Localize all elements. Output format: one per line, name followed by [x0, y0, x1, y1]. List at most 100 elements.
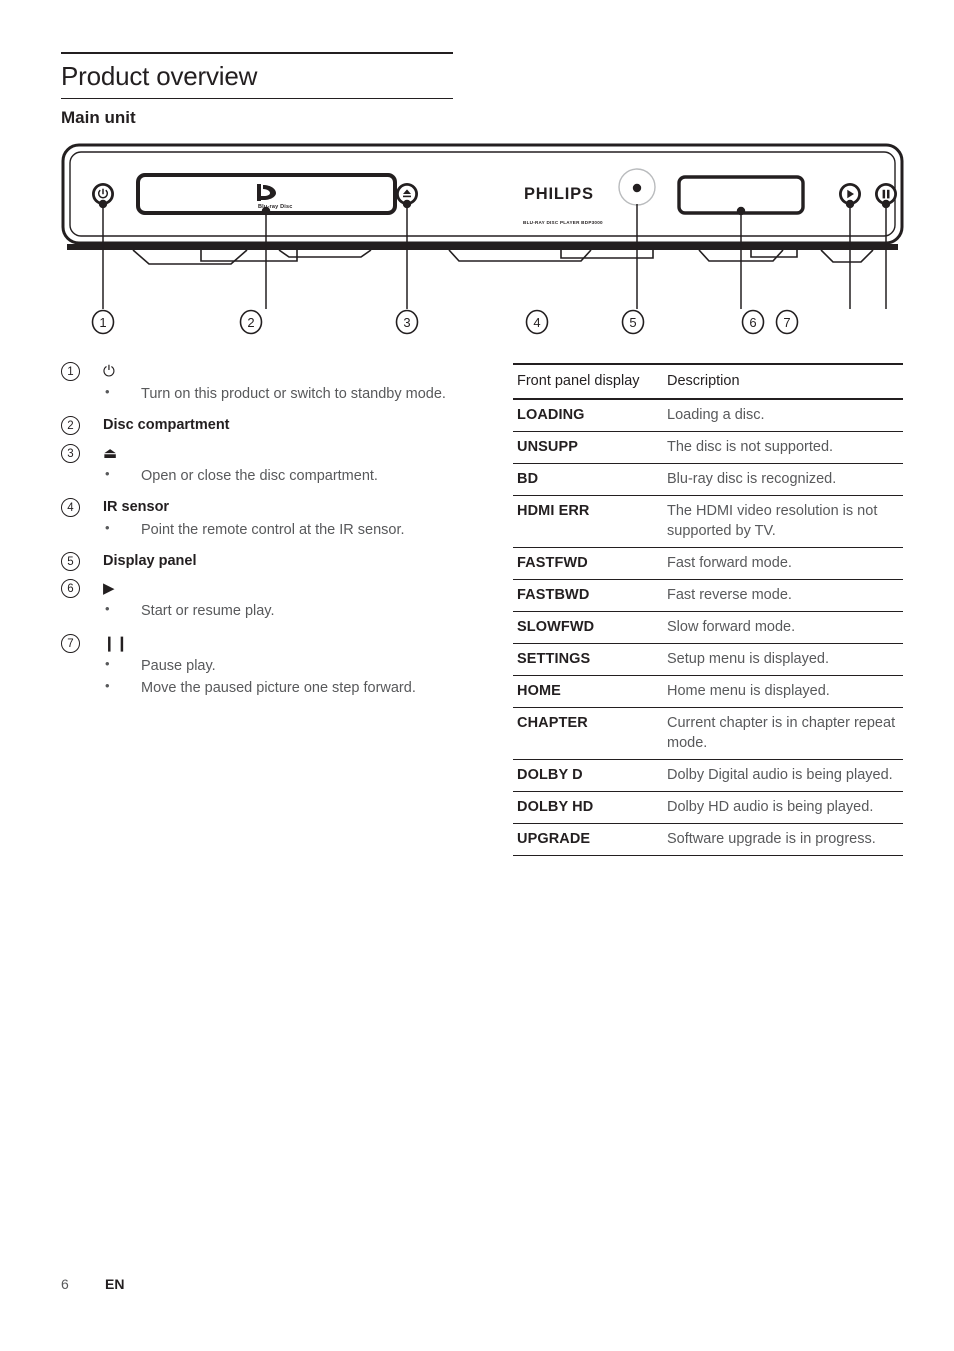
heading-rule-top — [61, 52, 453, 54]
cell-code: FASTFWD — [513, 547, 663, 581]
cell-description: The HDMI video resolution is not support… — [663, 495, 903, 549]
eject-symbol-icon: ⏏ — [103, 444, 118, 462]
product-illustration: Blu-ray Disc PHILIPS BLU-RAY DISC PLAYER… — [61, 143, 904, 348]
table-header: Front panel display Description — [513, 362, 903, 401]
cell-description: Blu-ray disc is recognized. — [663, 463, 903, 497]
svg-text:4: 4 — [533, 315, 540, 330]
table-row: SLOWFWD Slow forward mode. — [513, 611, 903, 645]
philips-wordmark: PHILIPS — [524, 185, 594, 203]
figure-callout-7: 7 — [775, 309, 799, 335]
model-label: BLU-RAY DISC PLAYER BDP3000 — [523, 220, 603, 225]
figure-callout-6: 6 — [741, 309, 765, 335]
callout-number-7: 7 — [61, 633, 80, 653]
table-row: UNSUPP The disc is not supported. — [513, 431, 903, 465]
cell-description: Fast forward mode. — [663, 547, 903, 581]
callout-bullets-1: Turn on this product or switch to standb… — [61, 383, 481, 405]
table-header-row: Front panel display Description — [513, 362, 903, 401]
table-row: LOADING Loading a disc. — [513, 399, 903, 433]
table-row: BD Blu-ray disc is recognized. — [513, 463, 903, 497]
section-subtitle: Main unit — [61, 107, 136, 127]
callout-label-ir-sensor: IR sensor — [103, 499, 170, 516]
callout-number-3: 3 — [61, 443, 80, 463]
svg-text:5: 5 — [629, 315, 636, 330]
cell-code: HOME — [513, 675, 663, 709]
page-heading: Product overview Main unit — [61, 52, 453, 128]
callout-bullets-6: Start or resume play. — [61, 600, 481, 622]
column-header-front-panel-display: Front panel display — [513, 362, 663, 401]
svg-text:7: 7 — [783, 315, 790, 330]
language-code: EN — [105, 1276, 125, 1292]
callout-entry-1: 1 ⏻ Turn on this product or switch to st… — [61, 362, 481, 405]
callout-entry-2: 2 Disc compartment — [61, 416, 481, 436]
callout-description-list: 1 ⏻ Turn on this product or switch to st… — [61, 362, 481, 700]
callout-label-disc-compartment: Disc compartment — [103, 417, 230, 434]
blu-ray-disc-logo: Blu-ray Disc — [257, 184, 292, 210]
callout-bullet: Open or close the disc compartment. — [103, 465, 481, 487]
cell-description: The disc is not supported. — [663, 431, 903, 465]
cell-description: Home menu is displayed. — [663, 675, 903, 709]
page-number: 6 — [61, 1276, 69, 1292]
callout-entry-6: 6 ▶ Start or resume play. — [61, 579, 481, 622]
cell-code: SETTINGS — [513, 643, 663, 677]
callout-number-6: 6 — [61, 579, 80, 599]
play-symbol-icon: ▶ — [103, 580, 115, 598]
player-base-shadow — [67, 244, 898, 250]
cell-description: Dolby HD audio is being played. — [663, 791, 903, 825]
callout-number-1: 1 — [61, 362, 80, 381]
svg-text:1: 1 — [99, 315, 106, 330]
cell-code: UNSUPP — [513, 431, 663, 465]
figure-callout-numbers: 1 2 3 4 5 6 7 — [91, 309, 799, 335]
callout-bullets-3: Open or close the disc compartment. — [61, 465, 481, 487]
callout-entry-4: 4 IR sensor Point the remote control at … — [61, 498, 481, 541]
callout-entry-7: 7 ❙❙ Pause play. Move the paused picture… — [61, 633, 481, 699]
figure-callout-4: 4 — [525, 309, 549, 335]
callout-label-display-panel: Display panel — [103, 552, 197, 569]
power-symbol-icon: ⏻ — [103, 363, 115, 380]
table-row: FASTFWD Fast forward mode. — [513, 547, 903, 581]
cell-description: Slow forward mode. — [663, 611, 903, 645]
table-row: DOLBY D Dolby Digital audio is being pla… — [513, 759, 903, 793]
table-row: FASTBWD Fast reverse mode. — [513, 579, 903, 613]
svg-text:2: 2 — [247, 315, 254, 330]
cell-code: HDMI ERR — [513, 495, 663, 549]
table-row: HDMI ERR The HDMI video resolution is no… — [513, 495, 903, 549]
callout-entry-5: 5 Display panel — [61, 551, 481, 572]
cell-code: SLOWFWD — [513, 611, 663, 645]
svg-text:6: 6 — [749, 315, 756, 330]
callout-bullets-4: Point the remote control at the IR senso… — [61, 519, 481, 541]
cell-description: Current chapter is in chapter repeat mod… — [663, 707, 903, 761]
cell-description: Dolby Digital audio is being played. — [663, 759, 903, 793]
cell-code: DOLBY HD — [513, 791, 663, 825]
callout-bullets-7: Pause play. Move the paused picture one … — [61, 655, 481, 699]
callout-number-4: 4 — [61, 498, 80, 518]
player-chassis-outline — [61, 143, 904, 245]
heading-rule-middle — [61, 97, 453, 99]
callout-entry-3: 3 ⏏ Open or close the disc compartment. — [61, 443, 481, 487]
svg-text:3: 3 — [403, 315, 410, 330]
pause-symbol-icon: ❙❙ — [103, 634, 129, 652]
cell-description: Setup menu is displayed. — [663, 643, 903, 677]
callout-number-5: 5 — [61, 551, 80, 571]
cell-description: Loading a disc. — [663, 399, 903, 433]
cell-code: CHAPTER — [513, 707, 663, 761]
front-panel-display-table: Front panel display Description LOADING … — [513, 362, 903, 857]
cell-code: LOADING — [513, 399, 663, 433]
page-title: Product overview — [61, 61, 258, 91]
table-row: SETTINGS Setup menu is displayed. — [513, 643, 903, 677]
cell-description: Software upgrade is in progress. — [663, 823, 903, 857]
figure-callout-1: 1 — [91, 309, 115, 335]
callout-leader-dots — [98, 183, 891, 216]
cell-code: BD — [513, 463, 663, 497]
callout-bullet: Pause play. — [103, 655, 481, 677]
figure-callout-3: 3 — [395, 309, 419, 335]
callout-bullet: Point the remote control at the IR senso… — [103, 519, 481, 541]
cell-code: UPGRADE — [513, 823, 663, 857]
player-feet — [132, 249, 874, 265]
table-row: CHAPTER Current chapter is in chapter re… — [513, 707, 903, 761]
callout-bullet: Move the paused picture one step forward… — [103, 677, 481, 699]
column-header-description: Description — [663, 362, 903, 401]
page-footer: 6 EN — [61, 1276, 461, 1292]
table-body: LOADING Loading a disc. UNSUPP The disc … — [513, 399, 903, 857]
figure-callout-2: 2 — [239, 309, 263, 335]
cell-description: Fast reverse mode. — [663, 579, 903, 613]
